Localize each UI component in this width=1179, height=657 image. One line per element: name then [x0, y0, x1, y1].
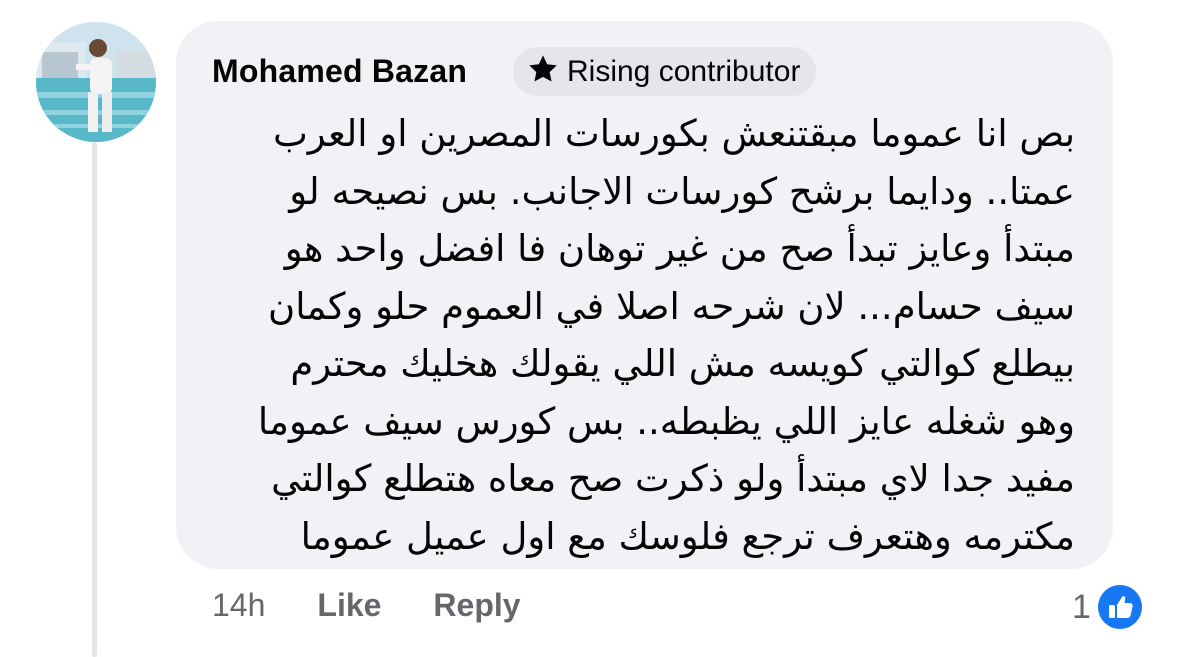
- thread-connector-line: [92, 142, 97, 657]
- like-reaction-badge: [1094, 582, 1145, 632]
- comment-line: وهو شغله عايز اللي يظبطه.. بس كورس سيف ع…: [257, 399, 1075, 443]
- comment-bubble: Mohamed Bazan Rising contributor بص انا …: [176, 21, 1113, 569]
- comment-actions: 14h Like Reply: [212, 587, 521, 624]
- like-thumb-icon: [1097, 585, 1142, 629]
- comment-author-name[interactable]: Mohamed Bazan: [212, 53, 467, 90]
- reaction-summary[interactable]: 1: [1072, 582, 1145, 632]
- avatar[interactable]: [36, 22, 156, 142]
- comment-thread: Mohamed Bazan Rising contributor بص انا …: [0, 0, 1179, 657]
- comment-line: مبتدأ وعايز تبدأ صح من غير توهان فا افضل…: [284, 227, 1075, 270]
- comment-line: سيف حسام... لان شرحه اصلا في العموم حلو …: [268, 284, 1075, 328]
- star-icon: [527, 53, 559, 90]
- rising-contributor-badge[interactable]: Rising contributor: [513, 47, 817, 96]
- comment-timestamp[interactable]: 14h: [212, 587, 265, 624]
- comment-line: بص انا عموما مبقتنعش بكورسات المصرين او …: [272, 112, 1075, 155]
- comment-body: بص انا عموما مبقتنعش بكورسات المصرين او …: [205, 105, 1075, 565]
- like-button[interactable]: Like: [317, 587, 381, 624]
- comment-line: عمتا.. ودايما برشح كورسات الاجانب. بس نص…: [289, 169, 1075, 213]
- reply-button[interactable]: Reply: [433, 587, 520, 624]
- comment-line: مكترمه وهتعرف ترجع فلوسك مع اول عميل عمو…: [300, 514, 1075, 558]
- comment-line: مفيد جدا لاي مبتدأ ولو ذكرت صح معاه هتطل…: [271, 457, 1075, 500]
- comment-line: بيطلع كوالتي كويسه مش اللي يقولك هخليك م…: [290, 342, 1075, 385]
- badge-label: Rising contributor: [567, 54, 801, 88]
- reaction-count: 1: [1072, 587, 1091, 626]
